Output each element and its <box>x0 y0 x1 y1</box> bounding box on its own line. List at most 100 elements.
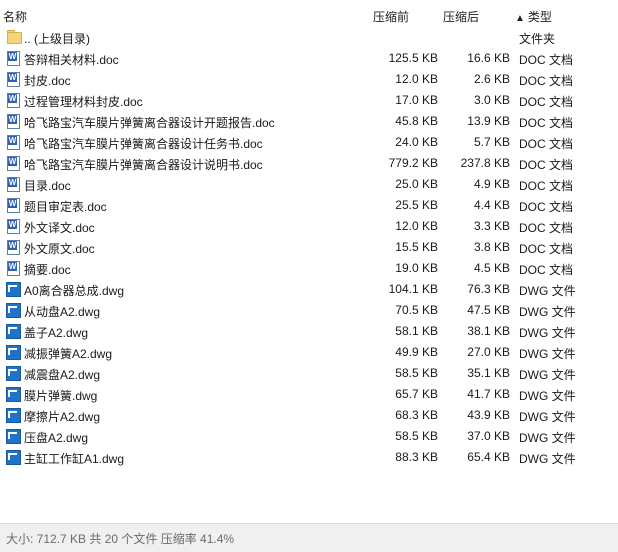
file-type: DWG 文件 <box>519 389 576 403</box>
doc-icon: W <box>5 197 21 213</box>
file-type: DOC 文档 <box>519 95 574 109</box>
file-name: 摘要.doc <box>24 263 71 277</box>
file-size-before: 779.2 KB <box>388 156 438 170</box>
file-name: 题目审定表.doc <box>24 200 107 214</box>
file-size-before: 15.5 KB <box>395 240 438 254</box>
file-size-before: 19.0 KB <box>395 261 438 275</box>
file-size-before: 25.5 KB <box>395 198 438 212</box>
file-row[interactable]: W 摘要.doc 19.0 KB 4.5 KB DOC 文档 <box>0 258 618 279</box>
column-after-header[interactable]: 压缩后 <box>443 8 479 25</box>
file-size-after: 4.5 KB <box>473 261 510 275</box>
dwg-icon <box>5 344 21 360</box>
file-size-before: 58.5 KB <box>395 366 438 380</box>
dwg-icon <box>5 386 21 402</box>
file-row[interactable]: W 哈飞路宝汽车膜片弹簧离合器设计说明书.doc 779.2 KB 237.8 KB D… <box>0 153 618 174</box>
file-type: DWG 文件 <box>519 431 576 445</box>
doc-icon: W <box>5 155 21 171</box>
column-name-header[interactable]: 名称 <box>3 8 27 25</box>
file-size-after: 76.3 KB <box>467 282 510 296</box>
column-header: 名称 压缩前 压缩后 ▲ 类型 <box>0 0 618 30</box>
file-type: DWG 文件 <box>519 410 576 424</box>
file-name: 目录.doc <box>24 179 71 193</box>
column-type-header[interactable]: ▲ 类型 <box>515 8 552 25</box>
doc-icon: W <box>5 176 21 192</box>
file-type: DOC 文档 <box>519 179 574 193</box>
file-name: 哈飞路宝汽车膜片弹簧离合器设计任务书.doc <box>24 137 263 151</box>
file-size-before: 68.3 KB <box>395 408 438 422</box>
file-size-after: 3.0 KB <box>473 93 510 107</box>
file-size-before: 49.9 KB <box>395 345 438 359</box>
status-bar: 大小: 712.7 KB 共 20 个文件 压缩率 41.4% <box>0 523 618 552</box>
file-name: 减震盘A2.dwg <box>24 368 101 382</box>
file-size-before: 58.1 KB <box>395 324 438 338</box>
file-row[interactable]: 减震盘A2.dwg 58.5 KB 35.1 KB DWG 文件 <box>0 363 618 384</box>
file-name: 压盘A2.dwg <box>24 431 89 445</box>
file-type: DOC 文档 <box>519 137 574 151</box>
file-row[interactable]: 摩擦片A2.dwg 68.3 KB 43.9 KB DWG 文件 <box>0 405 618 426</box>
file-list: .. (上级目录) 文件夹 W 答辩相关材料.doc 125.5 KB 16.6 KB DO… <box>0 27 618 468</box>
file-size-after: 237.8 KB <box>460 156 510 170</box>
file-row[interactable]: W 封皮.doc 12.0 KB 2.6 KB DOC 文档 <box>0 69 618 90</box>
file-name: 主缸工作缸A1.dwg <box>24 452 125 466</box>
doc-icon: W <box>5 260 21 276</box>
file-row[interactable]: 减振弹簧A2.dwg 49.9 KB 27.0 KB DWG 文件 <box>0 342 618 363</box>
file-size-after: 3.3 KB <box>473 219 510 233</box>
file-row[interactable]: .. (上级目录) 文件夹 <box>0 27 618 48</box>
file-type: DOC 文档 <box>519 74 574 88</box>
doc-icon: W <box>5 92 21 108</box>
file-name: 外文译文.doc <box>24 221 95 235</box>
file-size-before: 65.7 KB <box>395 387 438 401</box>
file-row[interactable]: 盖子A2.dwg 58.1 KB 38.1 KB DWG 文件 <box>0 321 618 342</box>
file-type: 文件夹 <box>519 32 556 46</box>
column-before-header[interactable]: 压缩前 <box>373 8 409 25</box>
file-row[interactable]: W 目录.doc 25.0 KB 4.9 KB DOC 文档 <box>0 174 618 195</box>
file-size-after: 4.9 KB <box>473 177 510 191</box>
file-size-before: 12.0 KB <box>395 219 438 233</box>
file-type: DWG 文件 <box>519 368 576 382</box>
file-name: .. (上级目录) <box>24 32 90 46</box>
file-row[interactable]: W 哈飞路宝汽车膜片弹簧离合器设计开题报告.doc 45.8 KB 13.9 KB DO… <box>0 111 618 132</box>
file-size-after: 65.4 KB <box>467 450 510 464</box>
file-row[interactable]: W 过程管理材料封皮.doc 17.0 KB 3.0 KB DOC 文档 <box>0 90 618 111</box>
file-size-after: 43.9 KB <box>467 408 510 422</box>
file-row[interactable]: 压盘A2.dwg 58.5 KB 37.0 KB DWG 文件 <box>0 426 618 447</box>
file-row[interactable]: W 题目审定表.doc 25.5 KB 4.4 KB DOC 文档 <box>0 195 618 216</box>
file-size-after: 47.5 KB <box>467 303 510 317</box>
dwg-icon <box>5 365 21 381</box>
column-type-label: 类型 <box>527 10 552 24</box>
file-row[interactable]: A0离合器总成.dwg 104.1 KB 76.3 KB DWG 文件 <box>0 279 618 300</box>
file-size-before: 58.5 KB <box>395 429 438 443</box>
file-size-after: 41.7 KB <box>467 387 510 401</box>
file-name: 减振弹簧A2.dwg <box>24 347 113 361</box>
file-size-after: 16.6 KB <box>467 51 510 65</box>
file-type: DWG 文件 <box>519 326 576 340</box>
sort-ascending-icon: ▲ <box>515 13 525 24</box>
dwg-icon <box>5 323 21 339</box>
file-row[interactable]: 膜片弹簧.dwg 65.7 KB 41.7 KB DWG 文件 <box>0 384 618 405</box>
file-size-before: 125.5 KB <box>388 51 438 65</box>
file-row[interactable]: W 哈飞路宝汽车膜片弹簧离合器设计任务书.doc 24.0 KB 5.7 KB DOC … <box>0 132 618 153</box>
file-size-before: 12.0 KB <box>395 72 438 86</box>
file-row[interactable]: W 外文译文.doc 12.0 KB 3.3 KB DOC 文档 <box>0 216 618 237</box>
file-name: A0离合器总成.dwg <box>24 284 125 298</box>
file-type: DWG 文件 <box>519 305 576 319</box>
doc-icon: W <box>5 50 21 66</box>
file-size-after: 2.6 KB <box>473 72 510 86</box>
file-name: 过程管理材料封皮.doc <box>24 95 143 109</box>
dwg-icon <box>5 407 21 423</box>
dwg-icon <box>5 281 21 297</box>
file-type: DWG 文件 <box>519 452 576 466</box>
doc-icon: W <box>5 239 21 255</box>
folder-icon <box>5 29 22 45</box>
file-row[interactable]: W 答辩相关材料.doc 125.5 KB 16.6 KB DOC 文档 <box>0 48 618 69</box>
file-size-after: 37.0 KB <box>467 429 510 443</box>
doc-icon: W <box>5 71 21 87</box>
file-name: 从动盘A2.dwg <box>24 305 101 319</box>
file-size-after: 27.0 KB <box>467 345 510 359</box>
file-row[interactable]: 从动盘A2.dwg 70.5 KB 47.5 KB DWG 文件 <box>0 300 618 321</box>
file-row[interactable]: W 外文原文.doc 15.5 KB 3.8 KB DOC 文档 <box>0 237 618 258</box>
file-size-after: 35.1 KB <box>467 366 510 380</box>
file-type: DOC 文档 <box>519 200 574 214</box>
file-row[interactable]: 主缸工作缸A1.dwg 88.3 KB 65.4 KB DWG 文件 <box>0 447 618 468</box>
file-size-after: 38.1 KB <box>467 324 510 338</box>
